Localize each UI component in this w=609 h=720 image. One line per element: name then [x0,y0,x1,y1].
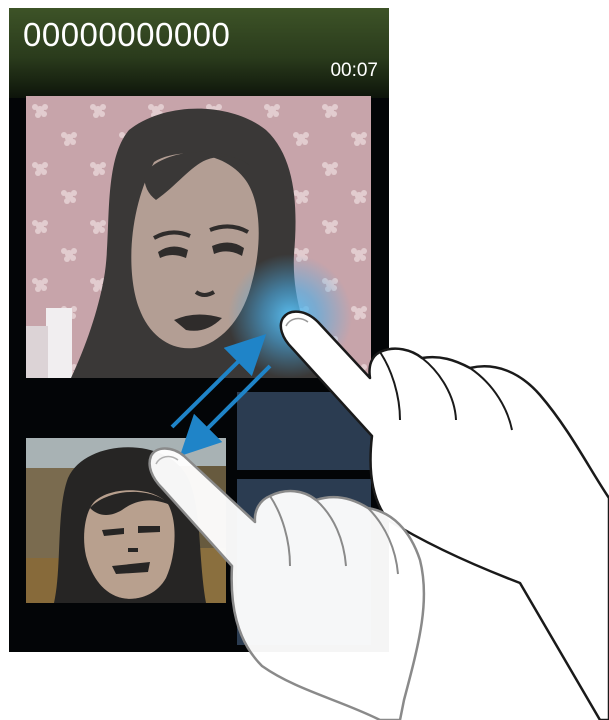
local-video-image [26,438,226,603]
caller-number: 00000000000 [23,16,231,53]
video-call-screen: 00000000000 00:07 [9,8,389,652]
video-panel-top [237,392,371,470]
remote-video-image [26,96,371,378]
remote-video-feed[interactable] [26,96,371,378]
call-timer: 00:07 [330,60,378,81]
video-panel-bottom [237,479,371,645]
call-header: 00000000000 00:07 [9,8,389,98]
local-video-preview[interactable] [26,438,226,603]
